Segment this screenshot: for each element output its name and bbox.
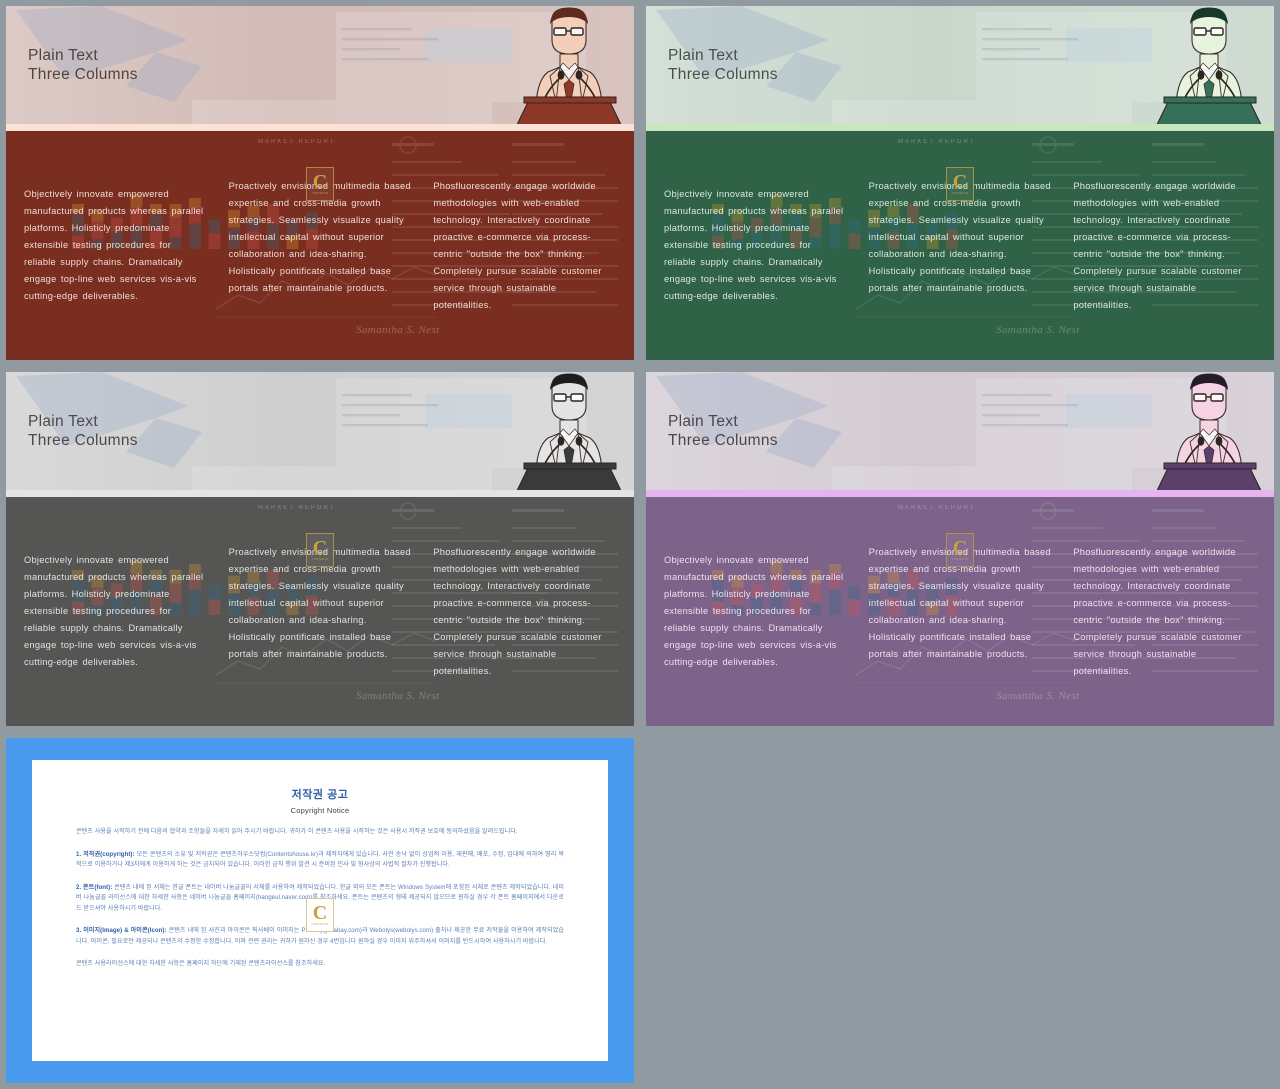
contents-watermark-logo: C CONTENTS (306, 533, 334, 567)
slide-header-red: Plain Text Three Columns (6, 6, 634, 124)
three-column-text: Objectively innovate empowered manufactu… (646, 497, 1274, 726)
column-text-3: Phosfluorescently engage worldwide metho… (433, 547, 602, 676)
three-column-text: Objectively innovate empowered manufactu… (6, 131, 634, 360)
three-column-text: Objectively innovate empowered manufactu… (646, 131, 1274, 360)
copyright-title-korean: 저작권 공고 (291, 789, 349, 801)
contents-logo-label: CONTENTS (311, 923, 329, 927)
column-text-1: Objectively innovate empowered manufactu… (24, 189, 204, 301)
contents-watermark-logo: C CONTENTS (306, 167, 334, 201)
copyright-intro-paragraph: 콘텐츠 사용을 시작하기 전에 다음의 협약과 조항들을 자세히 읽어 주시기 … (76, 828, 518, 835)
accent-bar-purple (646, 490, 1274, 497)
slide-body-green: MARKET REPORT Samantha S. Nest Objective… (646, 131, 1274, 360)
contents-logo-letter: C (952, 171, 968, 194)
copyright-notice-frame: 저작권 공고 Copyright Notice 콘텐츠 사용을 시작하기 전에 … (6, 738, 634, 1083)
slide-title: Plain Text Three Columns (668, 47, 778, 83)
slide-header-green: Plain Text Three Columns (646, 6, 1274, 124)
contents-logo-label: CONTENTS (951, 558, 969, 562)
copyright-section-1-text: 모든 콘텐츠의 소유 및 저작권은 콘텐츠하우스닷컴(Contentshouse… (76, 850, 565, 869)
copyright-section-1-label: 1. 저작권(copyright): (76, 850, 135, 858)
slide-gray[interactable]: Plain Text Three Columns MARKET REPORT S… (0, 366, 640, 732)
slide-header-gray: Plain Text Three Columns (6, 372, 634, 490)
column-text-3: Phosfluorescently engage worldwide metho… (1073, 181, 1242, 310)
slide-body-red: MARKET REPORT Samantha S. Nest Objective… (6, 131, 634, 360)
contents-logo-letter: C (312, 902, 328, 925)
slide-inner-green: Plain Text Three Columns MARKET REPORT S… (646, 6, 1274, 360)
contents-watermark-logo: C CONTENTS (306, 898, 334, 932)
column-text-2: Proactively envisioned multimedia based … (228, 181, 411, 293)
copyright-section-2-label: 2. 폰트(font): (76, 883, 113, 891)
slide-inner-red: Plain Text Three Columns MARKET REPORT S… (6, 6, 634, 360)
contents-logo-label: CONTENTS (311, 558, 329, 562)
slide-gallery-canvas: Plain Text Three Columns MARKET REPORT S… (0, 0, 1280, 1089)
slide-header-purple: Plain Text Three Columns (646, 372, 1274, 490)
slide-inner-purple: Plain Text Three Columns MARKET REPORT S… (646, 372, 1274, 726)
speaker-illustration (516, 373, 622, 490)
slide-green[interactable]: Plain Text Three Columns MARKET REPORT S… (640, 0, 1280, 366)
slide-purple[interactable]: Plain Text Three Columns MARKET REPORT S… (640, 366, 1280, 732)
copyright-title-english: Copyright Notice (290, 806, 350, 815)
contents-watermark-logo: C CONTENTS (946, 533, 974, 567)
accent-bar-gray (6, 490, 634, 497)
accent-bar-red (6, 124, 634, 131)
slide-title: Plain Text Three Columns (28, 47, 138, 83)
slide-inner-gray: Plain Text Three Columns MARKET REPORT S… (6, 372, 634, 726)
column-text-2: Proactively envisioned multimedia based … (868, 547, 1051, 659)
contents-logo-letter: C (312, 537, 328, 560)
slide-title: Plain Text Three Columns (28, 413, 138, 449)
three-column-text: Objectively innovate empowered manufactu… (6, 497, 634, 726)
contents-logo-letter: C (312, 171, 328, 194)
column-text-3: Phosfluorescently engage worldwide metho… (1073, 547, 1242, 676)
copyright-footer-paragraph: 콘텐츠 사용라이선스에 대한 자세한 사항은 홈페이지 하단에 기재된 콘텐츠라… (76, 960, 326, 967)
column-text-1: Objectively innovate empowered manufactu… (24, 555, 204, 667)
contents-watermark-logo: C CONTENTS (946, 167, 974, 201)
contents-logo-label: CONTENTS (311, 192, 329, 196)
column-text-1: Objectively innovate empowered manufactu… (664, 189, 844, 301)
speaker-illustration (516, 7, 622, 124)
slide-body-gray: MARKET REPORT Samantha S. Nest Objective… (6, 497, 634, 726)
copyright-section-1: 1. 저작권(copyright): 모든 콘텐츠의 소유 및 저작권은 콘텐츠… (76, 850, 564, 871)
column-text-1: Objectively innovate empowered manufactu… (664, 555, 844, 667)
column-text-2: Proactively envisioned multimedia based … (868, 181, 1051, 293)
contents-logo-label: CONTENTS (951, 192, 969, 196)
slide-body-purple: MARKET REPORT Samantha S. Nest Objective… (646, 497, 1274, 726)
copyright-section-3-label: 3. 이미지(Image) & 아이콘(Icon): (76, 927, 167, 934)
column-text-3: Phosfluorescently engage worldwide metho… (433, 181, 602, 310)
speaker-illustration (1156, 7, 1262, 124)
accent-bar-green (646, 124, 1274, 131)
copyright-notice-page: 저작권 공고 Copyright Notice 콘텐츠 사용을 시작하기 전에 … (32, 760, 608, 1061)
speaker-illustration (1156, 373, 1262, 490)
column-text-2: Proactively envisioned multimedia based … (228, 547, 411, 659)
contents-logo-letter: C (952, 537, 968, 560)
slide-red[interactable]: Plain Text Three Columns MARKET REPORT S… (0, 0, 640, 366)
slide-title: Plain Text Three Columns (668, 413, 778, 449)
